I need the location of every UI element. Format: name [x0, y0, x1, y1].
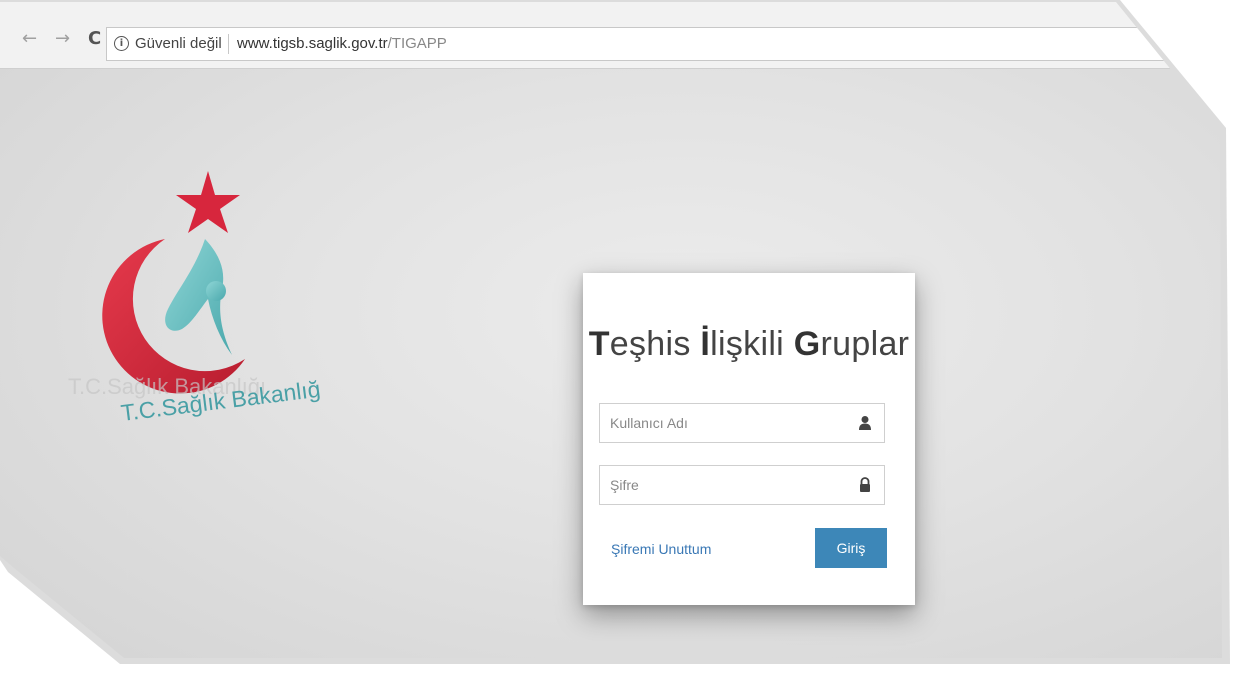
lock-icon — [860, 477, 870, 492]
username-field[interactable] — [599, 403, 885, 443]
omnibox-divider — [228, 34, 229, 54]
title-part: G — [793, 325, 821, 363]
back-icon[interactable]: ← — [22, 30, 37, 48]
page-content: T.C.Sağlık Bakanlığı T.C.Sağlık Bakanlığ… — [0, 69, 1222, 658]
address-bar[interactable]: i Güvenli değil www.tigsb.saglik.gov.tr/… — [106, 27, 1222, 61]
title-part: lişkili — [710, 325, 794, 363]
info-icon[interactable]: i — [114, 36, 129, 51]
ministry-logo: T.C.Sağlık Bakanlığı T.C.Sağlık Bakanlığ… — [68, 171, 320, 429]
page-title: Teşhis İlişkili Gruplar — [583, 325, 915, 364]
login-button[interactable]: Giriş — [815, 528, 887, 568]
password-input[interactable] — [600, 466, 860, 504]
browser-window: ← → C i Güvenli değil www.tigsb.saglik.g… — [0, 2, 1222, 658]
title-part: T — [588, 325, 610, 363]
url-text[interactable]: www.tigsb.saglik.gov.tr/TIGAPP — [237, 35, 447, 52]
title-part: ruplar — [820, 325, 910, 363]
url-path: /TIGAPP — [387, 35, 447, 52]
screenshot-frame: ← → C i Güvenli değil www.tigsb.saglik.g… — [0, 0, 1230, 664]
title-part: İ — [700, 325, 711, 363]
browser-toolbar: ← → C i Güvenli değil www.tigsb.saglik.g… — [0, 2, 1222, 69]
reload-icon[interactable]: C — [88, 30, 101, 48]
star-shape — [176, 171, 240, 233]
user-icon — [859, 416, 871, 430]
login-panel: Teşhis İlişkili Gruplar Şifremi Unu — [583, 273, 915, 605]
forgot-password-link[interactable]: Şifremi Unuttum — [611, 541, 711, 557]
username-input[interactable] — [600, 404, 860, 442]
title-part: eşhis — [609, 325, 701, 363]
forward-icon[interactable]: → — [55, 30, 70, 48]
password-field[interactable] — [599, 465, 885, 505]
url-host: www.tigsb.saglik.gov.tr — [237, 35, 388, 52]
security-status[interactable]: Güvenli değil — [135, 35, 222, 52]
